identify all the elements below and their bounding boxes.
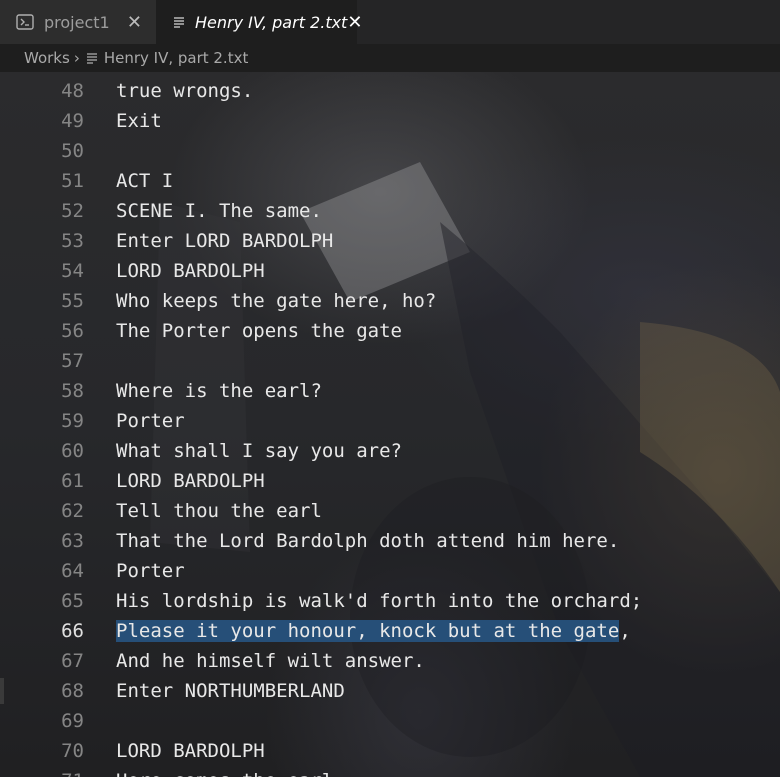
line-number: 51 bbox=[61, 170, 84, 192]
code-line[interactable]: 58 Where is the earl? bbox=[0, 376, 780, 406]
close-icon[interactable]: ✕ bbox=[347, 12, 362, 33]
line-number: 65 bbox=[61, 590, 84, 612]
tab-bar: project1 ✕ Henry IV, part 2.txt ✕ bbox=[0, 0, 780, 44]
code-line[interactable]: 65 His lordship is walk'd forth into the … bbox=[0, 586, 780, 616]
line-number: 58 bbox=[61, 380, 84, 402]
line-text[interactable]: Please it your honour, knock but at the … bbox=[116, 620, 631, 642]
code-line[interactable]: 49 Exit bbox=[0, 106, 780, 136]
code-line[interactable]: 61 LORD BARDOLPH bbox=[0, 466, 780, 496]
breadcrumb: Works › Henry IV, part 2.txt bbox=[0, 44, 780, 72]
breadcrumb-folder[interactable]: Works bbox=[24, 49, 70, 67]
line-number: 60 bbox=[61, 440, 84, 462]
line-text[interactable]: LORD BARDOLPH bbox=[116, 470, 265, 492]
code-line[interactable]: 64 Porter bbox=[0, 556, 780, 586]
line-number: 50 bbox=[61, 140, 84, 162]
line-text[interactable]: Porter bbox=[116, 560, 185, 582]
line-text[interactable]: ACT I bbox=[116, 170, 173, 192]
code-line[interactable]: 48 true wrongs. bbox=[0, 76, 780, 106]
line-text[interactable]: LORD BARDOLPH bbox=[116, 260, 265, 282]
terminal-icon bbox=[16, 14, 34, 30]
line-number: 55 bbox=[61, 290, 84, 312]
line-number: 62 bbox=[61, 500, 84, 522]
line-number: 64 bbox=[61, 560, 84, 582]
line-text[interactable]: That the Lord Bardolph doth attend him h… bbox=[116, 530, 619, 552]
line-number: 57 bbox=[61, 350, 84, 372]
line-text[interactable]: His lordship is walk'd forth into the or… bbox=[116, 590, 642, 612]
line-text[interactable]: And he himself wilt answer. bbox=[116, 650, 425, 672]
line-text[interactable]: Enter LORD BARDOLPH bbox=[116, 230, 333, 252]
line-text[interactable]: Porter bbox=[116, 410, 185, 432]
line-number: 59 bbox=[61, 410, 84, 432]
close-icon[interactable]: ✕ bbox=[127, 12, 142, 33]
line-number: 53 bbox=[61, 230, 84, 252]
line-text[interactable]: What shall I say you are? bbox=[116, 440, 402, 462]
tab-label: project1 bbox=[44, 12, 110, 32]
code-line[interactable]: 55 Who keeps the gate here, ho? bbox=[0, 286, 780, 316]
line-text[interactable]: Who keeps the gate here, ho? bbox=[116, 290, 436, 312]
line-number: 66 bbox=[61, 620, 84, 642]
text-file-icon bbox=[173, 16, 185, 28]
line-number: 69 bbox=[61, 710, 84, 732]
code-line[interactable]: 68 Enter NORTHUMBERLAND bbox=[0, 676, 780, 706]
code-line[interactable]: 60 What shall I say you are? bbox=[0, 436, 780, 466]
code-line[interactable]: 71 Here comes the earl. bbox=[0, 766, 780, 777]
line-number: 68 bbox=[61, 680, 84, 702]
code-line[interactable]: 69 bbox=[0, 706, 780, 736]
tab-henry-iv[interactable]: Henry IV, part 2.txt ✕ bbox=[157, 0, 362, 44]
line-number: 67 bbox=[61, 650, 84, 672]
line-number: 49 bbox=[61, 110, 84, 132]
line-number: 52 bbox=[61, 200, 84, 222]
line-text[interactable]: LORD BARDOLPH bbox=[116, 740, 265, 762]
breadcrumb-file[interactable]: Henry IV, part 2.txt bbox=[104, 49, 249, 67]
line-number: 56 bbox=[61, 320, 84, 342]
line-text[interactable]: Enter NORTHUMBERLAND bbox=[116, 680, 345, 702]
code-line[interactable]: 70 LORD BARDOLPH bbox=[0, 736, 780, 766]
text-selection: Please it your honour, knock but at the … bbox=[116, 620, 620, 642]
code-line[interactable]: 56 The Porter opens the gate bbox=[0, 316, 780, 346]
code-line[interactable]: 50 bbox=[0, 136, 780, 166]
code-line[interactable]: 51 ACT I bbox=[0, 166, 780, 196]
code-line[interactable]: 67 And he himself wilt answer. bbox=[0, 646, 780, 676]
code-line[interactable]: 62 Tell thou the earl bbox=[0, 496, 780, 526]
line-number: 48 bbox=[61, 80, 84, 102]
line-text[interactable]: The Porter opens the gate bbox=[116, 320, 402, 342]
line-number: 61 bbox=[61, 470, 84, 492]
chevron-right-icon: › bbox=[73, 49, 80, 67]
line-number: 71 bbox=[0, 770, 84, 777]
line-text[interactable]: Exit bbox=[116, 110, 162, 132]
code-line[interactable]: 57 bbox=[0, 346, 780, 376]
line-text[interactable]: SCENE I. The same. bbox=[116, 200, 322, 222]
code-line[interactable]: 66 Please it your honour, knock but at th… bbox=[0, 616, 780, 646]
tab-label: Henry IV, part 2.txt bbox=[195, 12, 348, 32]
scroll-indicator bbox=[0, 678, 4, 704]
line-text[interactable]: true wrongs. bbox=[116, 80, 253, 102]
line-number: 63 bbox=[61, 530, 84, 552]
line-number: 54 bbox=[61, 260, 84, 282]
code-line[interactable]: 52 SCENE I. The same. bbox=[0, 196, 780, 226]
line-text[interactable]: Here comes the earl. bbox=[116, 770, 345, 777]
line-text[interactable]: Tell thou the earl bbox=[116, 500, 322, 522]
editor[interactable]: 48 true wrongs. 49 Exit 50 51 ACT I 52 SCENE I. … bbox=[0, 72, 780, 777]
text-file-icon bbox=[86, 52, 98, 64]
code-line[interactable]: 63 That the Lord Bardolph doth attend him… bbox=[0, 526, 780, 556]
line-number: 70 bbox=[61, 740, 84, 762]
code-line[interactable]: 53 Enter LORD BARDOLPH bbox=[0, 226, 780, 256]
code-line[interactable]: 54 LORD BARDOLPH bbox=[0, 256, 780, 286]
tab-project1[interactable]: project1 ✕ bbox=[0, 0, 157, 44]
line-text[interactable]: Where is the earl? bbox=[116, 380, 322, 402]
code-line[interactable]: 59 Porter bbox=[0, 406, 780, 436]
